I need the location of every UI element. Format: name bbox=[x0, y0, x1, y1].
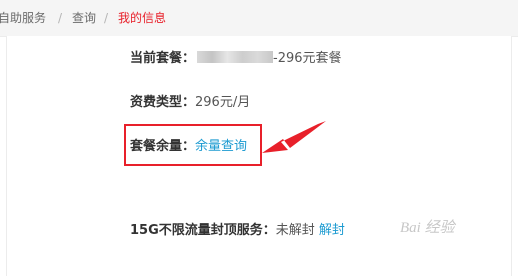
cap-service-row: 15G不限流量封顶服务：未解封 解封 bbox=[130, 222, 345, 240]
cap-service-status: 未解封 bbox=[275, 223, 315, 238]
watermark: Bai 经验 bbox=[400, 220, 455, 236]
cap-service-label: 15G不限流量封顶服务： bbox=[130, 223, 276, 238]
unblock-link[interactable]: 解封 bbox=[319, 223, 345, 238]
